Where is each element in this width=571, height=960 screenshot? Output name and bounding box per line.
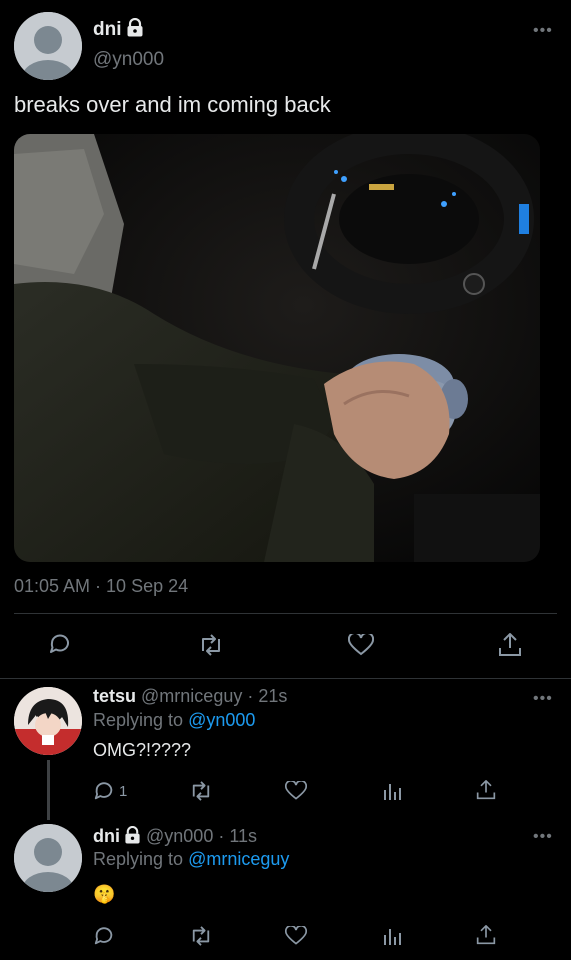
handle[interactable]: @mrniceguy — [141, 686, 242, 706]
share-icon — [476, 924, 496, 946]
analytics-icon — [382, 781, 402, 801]
heart-icon — [285, 926, 307, 946]
share-button[interactable] — [476, 779, 496, 801]
retweet-button[interactable] — [189, 926, 213, 946]
reply-count: 1 — [119, 782, 128, 800]
share-button[interactable] — [498, 632, 522, 658]
heart-icon — [348, 634, 374, 656]
reply-button[interactable]: 1 — [93, 780, 127, 802]
reply-emoji: 🤫 — [93, 884, 116, 904]
share-icon — [476, 779, 496, 801]
tweet-timestamp[interactable]: 01:05 AM · 10 Sep 24 — [14, 576, 188, 597]
more-options-button[interactable]: ••• — [533, 828, 553, 846]
share-button[interactable] — [476, 924, 496, 946]
display-name[interactable]: dni — [93, 19, 122, 40]
anime-avatar-icon — [14, 687, 82, 755]
handle[interactable]: @yn000 — [146, 826, 213, 846]
reply-avatar[interactable] — [14, 824, 82, 892]
main-avatar[interactable] — [14, 12, 82, 80]
analytics-button[interactable] — [382, 781, 402, 801]
like-button[interactable] — [348, 634, 374, 656]
lock-icon — [126, 17, 144, 42]
thread-line — [47, 760, 50, 820]
analytics-icon — [382, 926, 402, 946]
reply-text: OMG?!???? — [93, 740, 192, 760]
retweet-button[interactable] — [189, 781, 213, 801]
replying-to-link[interactable]: @mrniceguy — [188, 849, 289, 869]
tweet-text: breaks over and im coming back — [14, 92, 331, 117]
replying-prefix: Replying to — [93, 710, 184, 730]
default-avatar-icon — [14, 824, 82, 892]
more-options-button[interactable]: ••• — [533, 690, 553, 708]
replying-to-link[interactable]: @yn000 — [188, 710, 255, 730]
reply-header: dni @yn000 · 11s — [93, 826, 257, 849]
main-handle[interactable]: @yn000 — [93, 49, 164, 71]
reply-header: tetsu @mrniceguy · 21s — [93, 686, 287, 707]
share-icon — [498, 632, 522, 658]
retweet-icon — [198, 634, 224, 656]
replying-to: Replying to @yn000 — [93, 710, 255, 731]
time[interactable]: · 11s — [218, 826, 257, 846]
retweet-icon — [189, 926, 213, 946]
analytics-button[interactable] — [382, 926, 402, 946]
reply-avatar[interactable] — [14, 687, 82, 755]
divider — [0, 678, 571, 679]
display-name[interactable]: dni — [93, 826, 120, 846]
time[interactable]: · 21s — [247, 686, 287, 706]
car-interior-image — [14, 134, 540, 562]
retweet-icon — [189, 781, 213, 801]
retweet-button[interactable] — [198, 634, 224, 656]
heart-icon — [285, 781, 307, 801]
display-name[interactable]: tetsu — [93, 686, 136, 706]
divider — [14, 613, 557, 614]
reply-button[interactable] — [48, 632, 72, 656]
replying-to: Replying to @mrniceguy — [93, 849, 289, 870]
like-button[interactable] — [285, 781, 307, 801]
like-button[interactable] — [285, 926, 307, 946]
reply-icon — [93, 925, 115, 947]
tweet-photo[interactable] — [14, 134, 540, 562]
reply-button[interactable] — [93, 925, 115, 947]
lock-icon — [124, 826, 141, 849]
reply-icon — [93, 780, 115, 802]
main-author: dni — [93, 17, 144, 42]
more-options-button[interactable]: ••• — [533, 22, 553, 40]
default-avatar-icon — [14, 12, 82, 80]
reply-icon — [48, 632, 72, 656]
replying-prefix: Replying to — [93, 849, 184, 869]
